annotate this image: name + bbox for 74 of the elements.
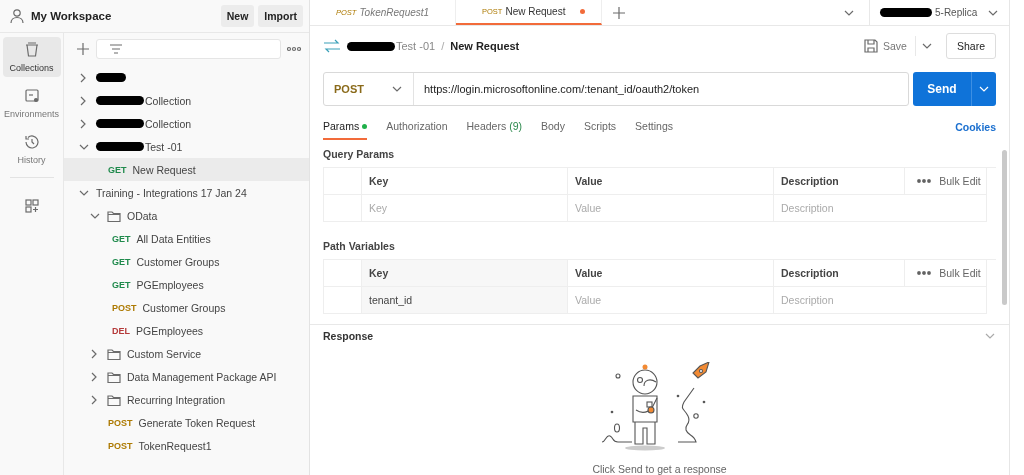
folder-item[interactable]: Data Management Package API bbox=[64, 365, 309, 388]
window-icon bbox=[22, 87, 41, 105]
column-header: Value bbox=[568, 168, 774, 195]
plus-icon bbox=[612, 5, 626, 20]
section-title: Path Variables bbox=[323, 240, 396, 252]
folder-icon bbox=[107, 370, 121, 383]
request-section-tab[interactable]: Authorization bbox=[386, 114, 448, 140]
method-label: GET bbox=[108, 164, 127, 175]
scrollbar-thumb[interactable] bbox=[1002, 150, 1007, 305]
section-title: Query Params bbox=[323, 148, 396, 160]
folder-icon bbox=[107, 393, 121, 406]
share-button[interactable]: Share bbox=[945, 33, 996, 59]
bulk-edit-link[interactable]: Bulk Edit bbox=[939, 267, 981, 279]
request-item[interactable]: GET New Request bbox=[64, 158, 309, 181]
plus-icon bbox=[76, 42, 90, 56]
collection-item[interactable]: Collection bbox=[64, 112, 309, 135]
search-field[interactable] bbox=[96, 39, 281, 59]
request-item[interactable]: GET All Data Entities bbox=[64, 227, 309, 250]
request-section-tab[interactable]: Settings bbox=[635, 114, 673, 140]
sidebar-tab[interactable]: Collections bbox=[2, 37, 61, 77]
workspace-title: My Workspace bbox=[31, 10, 113, 22]
method-label: GET bbox=[112, 256, 131, 267]
request-item[interactable]: GET Customer Groups bbox=[64, 250, 309, 273]
request-item[interactable]: POST Generate Token Request bbox=[64, 411, 309, 434]
column-header: Value bbox=[568, 260, 774, 287]
folder-item[interactable]: Recurring Integration bbox=[64, 388, 309, 411]
header-button[interactable]: Import bbox=[258, 5, 303, 27]
method-label: GET bbox=[112, 233, 131, 244]
collection-item[interactable]: Training - Integrations 17 Jan 24 bbox=[64, 181, 309, 204]
section-title: Response bbox=[323, 330, 374, 342]
environment-selector[interactable]: 5-Replica bbox=[869, 0, 1009, 25]
bulk-edit-link[interactable]: Bulk Edit bbox=[939, 175, 981, 187]
header-button[interactable]: New bbox=[220, 5, 255, 27]
cookies-link[interactable]: Cookies bbox=[955, 121, 996, 133]
method-label: POST bbox=[108, 440, 133, 451]
method-label: POST bbox=[112, 302, 137, 313]
column-header: Key bbox=[362, 168, 568, 195]
folder-item[interactable]: OData bbox=[64, 204, 309, 227]
column-header: Description bbox=[774, 168, 905, 195]
request-section-tab[interactable]: Headers (9) bbox=[466, 114, 523, 140]
sidebar-tab[interactable]: Environments bbox=[2, 83, 61, 123]
request-section-tab[interactable]: Params bbox=[323, 114, 368, 140]
more-icon bbox=[287, 46, 301, 52]
folder-icon bbox=[107, 209, 121, 222]
column-header: Key bbox=[362, 260, 568, 287]
history-icon bbox=[22, 133, 41, 151]
method-dropdown[interactable]: POST bbox=[324, 73, 414, 105]
request-item[interactable]: GET PGEmployees bbox=[64, 273, 309, 296]
request-item[interactable]: POST TokenRequest1 bbox=[64, 434, 309, 457]
column-header: Description bbox=[774, 260, 905, 287]
more-icon bbox=[917, 270, 932, 276]
request-item[interactable]: DEL PGEmployees bbox=[64, 319, 309, 342]
collection-item[interactable]: Collection bbox=[64, 89, 309, 112]
collection-item[interactable]: Test -01 bbox=[64, 135, 309, 158]
method-label: POST bbox=[108, 417, 133, 428]
folder-icon bbox=[107, 347, 121, 360]
save-button[interactable]: Save bbox=[860, 35, 911, 57]
more-icon bbox=[917, 178, 932, 184]
request-section-tab[interactable]: Scripts bbox=[583, 114, 617, 140]
breadcrumb-link[interactable]: Test -01 bbox=[396, 40, 436, 52]
method-label: DEL bbox=[112, 325, 130, 336]
user-icon bbox=[9, 8, 25, 24]
breadcrumb-separator: / bbox=[441, 40, 445, 52]
sidebar-tab[interactable]: History bbox=[2, 129, 61, 169]
empty-state-text: Click Send to get a response bbox=[592, 463, 727, 475]
request-title: New Request bbox=[450, 40, 520, 52]
request-item[interactable]: POST Customer Groups bbox=[64, 296, 309, 319]
table-input[interactable]: tenant_id bbox=[362, 287, 568, 314]
request-section-tab[interactable]: Body bbox=[541, 114, 565, 140]
url-field[interactable]: https://login.microsoftonline.com/:tenant_id/oauth2/token bbox=[414, 83, 700, 95]
grid-plus-icon bbox=[22, 197, 41, 215]
folder-item[interactable]: Custom Service bbox=[64, 342, 309, 365]
filter-icon bbox=[109, 43, 123, 55]
method-label: GET bbox=[112, 279, 131, 290]
